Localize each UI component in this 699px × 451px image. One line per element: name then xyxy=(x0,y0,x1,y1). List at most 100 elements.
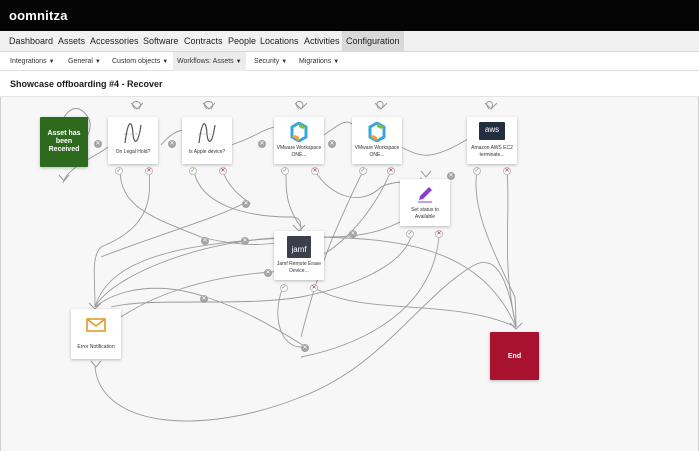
aws-node[interactable]: aws Amazon AWS EC2 terminate... xyxy=(467,117,517,164)
caret-down-icon: ▼ xyxy=(162,59,169,65)
connector-dot[interactable]: ✕ xyxy=(301,344,309,352)
jamf-node[interactable]: jamf Jamf Remote Erase Device... xyxy=(274,231,324,280)
close-icon[interactable]: ✕ xyxy=(310,284,318,292)
close-icon[interactable]: ✕ xyxy=(435,230,443,238)
connector-dot[interactable]: ✕ xyxy=(264,269,272,277)
connection-line xyxy=(93,170,151,308)
caret-down-icon: ▼ xyxy=(48,59,55,65)
connector-dot[interactable]: ✕ xyxy=(242,200,250,208)
connection-line xyxy=(400,136,472,156)
connector-dot[interactable]: ✕ xyxy=(241,237,249,245)
vmware-node-1[interactable]: VMware Workspace ONE... xyxy=(274,117,324,164)
error-notification-node[interactable]: Error Notification xyxy=(71,309,121,359)
check-icon[interactable]: ✓ xyxy=(281,167,289,175)
close-icon[interactable]: ✕ xyxy=(503,167,511,175)
connection-line xyxy=(110,236,412,308)
check-icon[interactable]: ✓ xyxy=(280,284,288,292)
apple-device-node[interactable]: Is Apple device? xyxy=(182,117,232,164)
connection-line xyxy=(277,286,302,348)
decision-curve-icon xyxy=(124,123,142,144)
subnav-general-label: General xyxy=(68,58,93,65)
set-status-label: Set status to Available xyxy=(411,207,439,220)
subnav-integrations[interactable]: Integrations ▼ xyxy=(10,52,55,71)
nav-software[interactable]: Software xyxy=(143,31,179,52)
envelope-icon xyxy=(86,318,106,332)
vmware-2-label: VMware Workspace ONE... xyxy=(354,145,400,158)
vmware-1-label: VMware Workspace ONE... xyxy=(276,145,322,158)
caret-down-icon: ▼ xyxy=(281,59,288,65)
subnav-security-label: Security xyxy=(254,58,280,65)
check-icon[interactable]: ✓ xyxy=(359,167,367,175)
subnav-workflows-assets[interactable]: Workflows: Assets ▼ xyxy=(173,52,246,71)
connection-line xyxy=(475,170,517,328)
subnav-integrations-label: Integrations xyxy=(10,58,47,65)
connection-line xyxy=(94,262,517,422)
arrowhead xyxy=(420,170,432,178)
nav-people[interactable]: People xyxy=(228,31,256,52)
set-status-node[interactable]: Set status to Available xyxy=(400,179,450,226)
title-bar: Showcase offboarding #4 - Recover xyxy=(0,71,699,97)
nav-accessories[interactable]: Accessories xyxy=(90,31,139,52)
app-logo[interactable]: oomnitza xyxy=(9,8,68,23)
nav-assets[interactable]: Assets xyxy=(58,31,85,52)
end-node-label: End xyxy=(507,352,522,360)
connector-dot[interactable]: ✕ xyxy=(94,140,102,148)
connection-line xyxy=(285,170,302,228)
check-icon[interactable]: ✓ xyxy=(115,167,123,175)
connection-line xyxy=(120,170,392,318)
pencil-icon xyxy=(418,187,432,203)
workspace-one-icon xyxy=(290,122,308,142)
page-title: Showcase offboarding #4 - Recover xyxy=(10,79,163,89)
connector-dot[interactable]: ✕ xyxy=(328,140,336,148)
main-nav: Dashboard Assets Accessories Software Co… xyxy=(0,31,699,52)
connector-dot[interactable]: ✕ xyxy=(349,230,357,238)
start-node-label: Asset has been Received xyxy=(47,130,81,153)
vmware-node-2[interactable]: VMware Workspace ONE... xyxy=(352,117,402,164)
legal-hold-node[interactable]: On Legal Hold? xyxy=(108,117,158,164)
jamf-logo-icon: jamf xyxy=(287,236,311,258)
end-node[interactable]: End xyxy=(490,332,539,380)
subnav-migrations-label: Migrations xyxy=(299,58,332,65)
connection-line xyxy=(230,126,278,146)
check-icon[interactable]: ✓ xyxy=(473,167,481,175)
caret-down-icon: ▼ xyxy=(333,59,340,65)
close-icon[interactable]: ✕ xyxy=(311,167,319,175)
close-icon[interactable]: ✕ xyxy=(145,167,153,175)
close-icon[interactable]: ✕ xyxy=(387,167,395,175)
subnav-custom-objects[interactable]: Custom objects ▼ xyxy=(112,52,168,71)
aws-logo-icon: aws xyxy=(479,122,505,140)
nav-contracts[interactable]: Contracts xyxy=(184,31,223,52)
sub-nav: Integrations ▼ General ▼ Custom objects ▼ W… xyxy=(0,52,699,71)
caret-down-icon: ▼ xyxy=(94,59,101,65)
connection-lines xyxy=(58,101,523,422)
nav-configuration[interactable]: Configuration xyxy=(342,31,404,52)
check-icon[interactable]: ✓ xyxy=(189,167,197,175)
jamf-label: Jamf Remote Erase Device... xyxy=(276,261,322,274)
arrowhead xyxy=(90,360,102,368)
workflow-canvas[interactable]: Asset has been Received On Legal Hold? ✓… xyxy=(0,97,699,451)
start-node[interactable]: Asset has been Received xyxy=(40,117,88,167)
subnav-general[interactable]: General ▼ xyxy=(68,52,101,71)
subnav-custom-objects-label: Custom objects xyxy=(112,58,161,65)
connector-dot[interactable]: ✕ xyxy=(258,140,266,148)
subnav-migrations[interactable]: Migrations ▼ xyxy=(299,52,339,71)
check-icon[interactable]: ✓ xyxy=(406,230,414,238)
connector-dot[interactable]: ✕ xyxy=(168,140,176,148)
connector-dot[interactable]: ✕ xyxy=(201,237,209,245)
top-bar: oomnitza xyxy=(0,0,699,31)
connector-dot[interactable]: ✕ xyxy=(200,295,208,303)
aws-label: Amazon AWS EC2 terminate... xyxy=(471,145,513,158)
subnav-workflows-assets-label: Workflows: Assets xyxy=(177,58,234,65)
caret-down-icon: ▼ xyxy=(235,59,242,65)
legal-hold-label: On Legal Hold? xyxy=(115,149,151,155)
workspace-one-icon xyxy=(368,122,386,142)
connector-dot[interactable]: ✕ xyxy=(447,172,455,180)
connection-line xyxy=(320,121,354,138)
nav-locations[interactable]: Locations xyxy=(260,31,299,52)
connection-line xyxy=(312,286,517,328)
subnav-security[interactable]: Security ▼ xyxy=(254,52,287,71)
nav-dashboard[interactable]: Dashboard xyxy=(9,31,53,52)
nav-activities[interactable]: Activities xyxy=(304,31,340,52)
error-notification-label: Error Notification xyxy=(77,344,115,350)
close-icon[interactable]: ✕ xyxy=(219,167,227,175)
